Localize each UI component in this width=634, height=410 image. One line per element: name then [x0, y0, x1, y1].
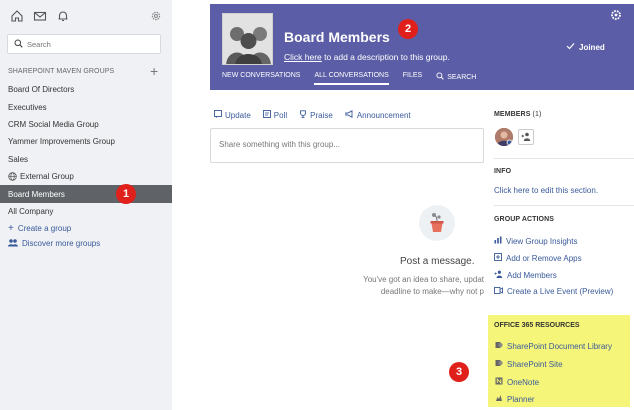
settings-gear-icon[interactable] [150, 10, 162, 22]
video-icon [494, 287, 503, 296]
sidebar: SHAREPOINT MAVEN GROUPS + Board Of Direc… [0, 0, 172, 410]
sharepoint-icon [495, 341, 503, 351]
groups-header: SHAREPOINT MAVEN GROUPS [8, 68, 115, 75]
member-avatar[interactable] [495, 128, 513, 146]
annotation-badge-2: 2 [398, 19, 418, 39]
search-icon [14, 39, 23, 50]
group-item-executives[interactable]: Executives [0, 98, 172, 115]
add-person-icon [494, 270, 503, 280]
group-item-sales[interactable]: Sales [0, 151, 172, 168]
empty-state-flowerpot-icon [419, 205, 455, 241]
bell-icon[interactable] [56, 9, 70, 23]
add-person-icon [521, 132, 531, 143]
search-box[interactable] [7, 34, 161, 54]
group-item-yammer-improvements[interactable]: Yammer Improvements Group [0, 133, 172, 150]
joined-status[interactable]: Joined [566, 42, 605, 52]
add-members-link[interactable]: Add Members [494, 270, 557, 280]
group-title: Board Members [284, 29, 390, 45]
group-item-board-of-directors[interactable]: Board Of Directors [0, 81, 172, 98]
search-icon [436, 72, 444, 82]
mail-icon[interactable] [33, 9, 47, 23]
check-icon [566, 42, 575, 52]
tab-update[interactable]: Update [214, 110, 251, 120]
group-item-board-members[interactable]: Board Members [0, 185, 172, 203]
tab-search[interactable]: SEARCH [436, 72, 476, 85]
tab-poll[interactable]: Poll [262, 110, 287, 120]
plus-icon: + [8, 223, 14, 234]
create-live-event-link[interactable]: Create a Live Event (Preview) [494, 287, 613, 296]
edit-info-link[interactable]: Click here to edit this section. [494, 186, 598, 195]
sharepoint-document-library-link[interactable]: SharePoint Document Library [495, 341, 612, 351]
globe-icon [8, 172, 17, 181]
divider [494, 205, 634, 206]
group-list: Board Of Directors Executives CRM Social… [0, 81, 172, 220]
discover-groups-link[interactable]: Discover more groups [8, 238, 100, 249]
group-item-external-group[interactable]: External Group [0, 168, 172, 185]
divider [494, 158, 634, 159]
tab-all-conversations[interactable]: ALL CONVERSATIONS [314, 72, 389, 85]
group-item-all-company[interactable]: All Company [0, 203, 172, 220]
group-nav: NEW CONVERSATIONS ALL CONVERSATIONS FILE… [222, 72, 476, 85]
composer-tabs: Update Poll Praise Announcement [214, 110, 411, 120]
poll-icon [262, 110, 271, 120]
update-icon [214, 110, 222, 120]
trophy-icon [299, 110, 307, 120]
apps-icon [494, 253, 502, 263]
home-icon[interactable] [10, 9, 24, 23]
add-group-plus-icon[interactable]: + [150, 64, 158, 78]
group-actions-header: GROUP ACTIONS [494, 216, 555, 223]
group-item-crm-social-media[interactable]: CRM Social Media Group [0, 116, 172, 133]
tab-files[interactable]: FILES [403, 72, 422, 85]
info-header: INFO [494, 168, 512, 175]
tab-praise[interactable]: Praise [299, 110, 333, 120]
empty-state-title: Post a message. [400, 256, 475, 267]
group-avatar [222, 13, 273, 65]
empty-state-text: You've got an idea to share, updat deadl… [363, 275, 484, 296]
annotation-badge-1: 1 [116, 184, 136, 204]
add-remove-apps-link[interactable]: Add or Remove Apps [494, 253, 582, 263]
add-member-button[interactable] [518, 129, 534, 145]
onenote-link[interactable]: OneNote [495, 377, 539, 387]
annotation-badge-3: 3 [449, 362, 469, 382]
members-header: MEMBERS (1) [494, 111, 542, 118]
sharepoint-icon [495, 359, 503, 369]
tab-announcement[interactable]: Announcement [345, 110, 411, 120]
planner-icon [495, 394, 503, 404]
megaphone-icon [345, 110, 354, 120]
office-365-resources-header: OFFICE 365 RESOURCES [494, 322, 580, 329]
composer-input[interactable]: Share something with this group... [210, 128, 484, 163]
create-group-link[interactable]: + Create a group [8, 223, 71, 234]
group-description: Click here to add a description to this … [284, 52, 450, 62]
chart-icon [494, 236, 502, 246]
add-description-link[interactable]: Click here [284, 52, 322, 62]
search-input[interactable] [27, 39, 147, 49]
tab-new-conversations[interactable]: NEW CONVERSATIONS [222, 72, 300, 85]
view-group-insights-link[interactable]: View Group Insights [494, 236, 577, 246]
office-365-resources-panel: OFFICE 365 RESOURCES SharePoint Document… [488, 315, 630, 407]
planner-link[interactable]: Planner [495, 394, 535, 404]
top-icons [10, 9, 70, 23]
group-header-banner: Board Members Click here to add a descri… [210, 4, 634, 90]
group-settings-gear-icon[interactable] [610, 9, 622, 21]
onenote-icon [495, 377, 503, 387]
sharepoint-site-link[interactable]: SharePoint Site [495, 359, 563, 369]
group-discover-icon [8, 238, 18, 249]
